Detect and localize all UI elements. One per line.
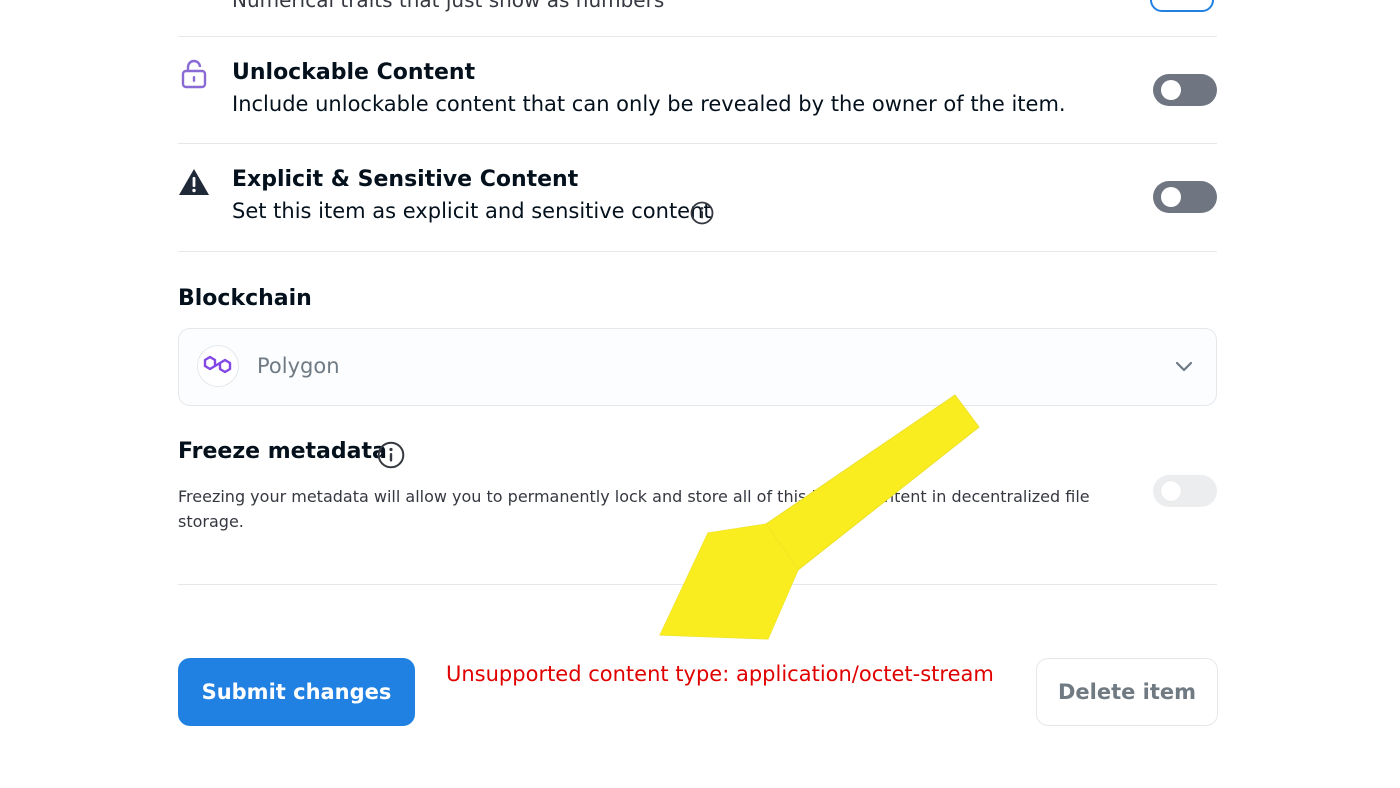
- blockchain-label: Blockchain: [178, 286, 312, 311]
- divider: [178, 251, 1217, 252]
- add-numeric-trait-button[interactable]: [1150, 0, 1214, 12]
- traits-description: Numerical traits that just show as numbe…: [232, 0, 665, 12]
- info-icon[interactable]: [377, 441, 405, 473]
- toggle-knob: [1161, 187, 1181, 207]
- explicit-title: Explicit & Sensitive Content: [232, 167, 579, 192]
- delete-item-button[interactable]: Delete item: [1036, 658, 1218, 726]
- submit-changes-button[interactable]: Submit changes: [178, 658, 415, 726]
- error-message: Unsupported content type: application/oc…: [446, 662, 994, 686]
- unlockable-title: Unlockable Content: [232, 60, 476, 85]
- freeze-metadata-toggle[interactable]: [1153, 475, 1217, 507]
- freeze-metadata-label: Freeze metadata: [178, 439, 387, 464]
- chevron-down-icon: [1174, 357, 1194, 381]
- unlockable-description: Include unlockable content that can only…: [232, 92, 1066, 116]
- explicit-toggle[interactable]: [1153, 181, 1217, 213]
- toggle-knob: [1161, 481, 1181, 501]
- blockchain-selected-value: Polygon: [257, 354, 340, 378]
- item-settings-page: Numerical traits that just show as numbe…: [0, 0, 1400, 788]
- info-icon[interactable]: [690, 201, 714, 229]
- annotation-arrow: [640, 385, 1000, 659]
- divider: [178, 36, 1217, 37]
- polygon-logo-icon: [197, 345, 239, 387]
- toggle-knob: [1161, 80, 1181, 100]
- unlockable-toggle[interactable]: [1153, 74, 1217, 106]
- padlock-icon: [181, 59, 207, 93]
- divider: [178, 143, 1217, 144]
- warning-triangle-icon: [178, 168, 210, 200]
- explicit-description: Set this item as explicit and sensitive …: [232, 199, 712, 223]
